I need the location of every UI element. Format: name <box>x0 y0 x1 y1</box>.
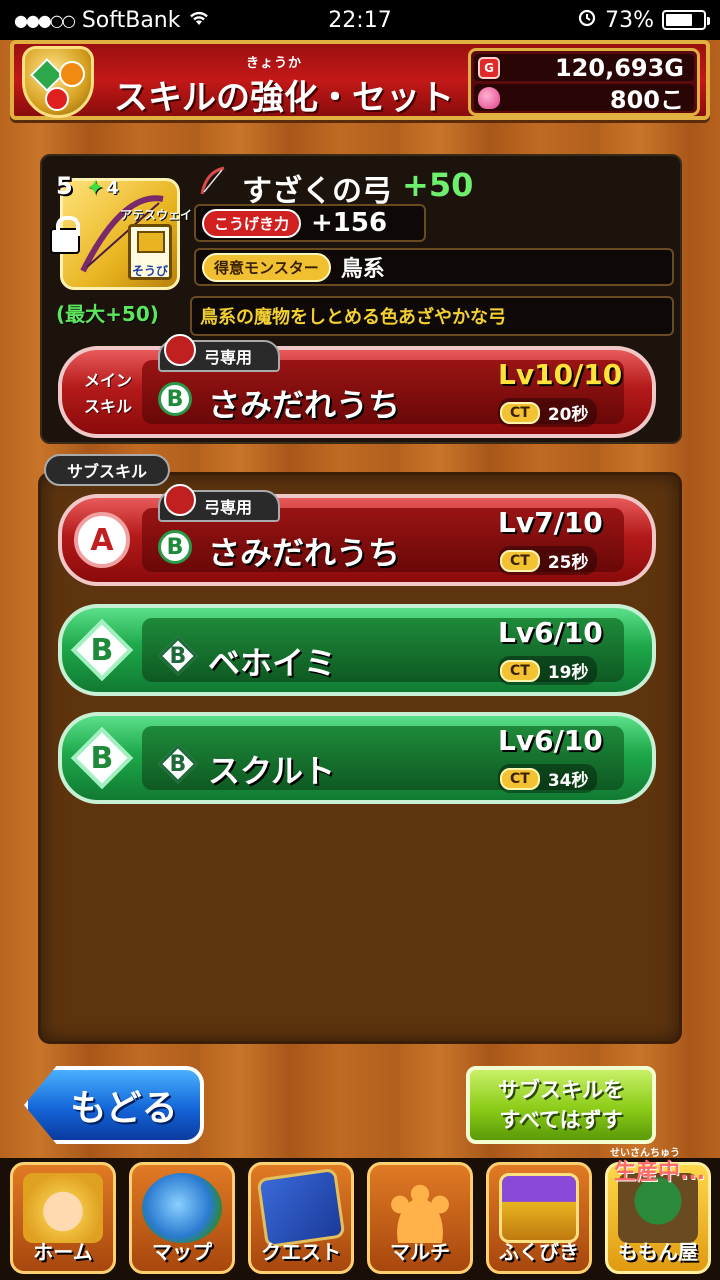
remove-all-line-2: すべてはずす <box>499 1108 623 1132</box>
attack-value: +156 <box>311 208 388 238</box>
sub-skill-cooldown: CT 34秒 <box>498 764 597 793</box>
tab-multi[interactable]: マルチ <box>367 1162 473 1274</box>
remove-all-line-1: サブスキルを <box>498 1078 624 1102</box>
treasure-chest-icon <box>499 1173 579 1243</box>
status-right: 73% <box>577 7 710 33</box>
tab-quest[interactable]: クエスト <box>248 1162 354 1274</box>
item-plus-value: +50 <box>402 166 474 204</box>
ct-value: 19秒 <box>547 663 589 683</box>
sub-skill-name: スクルト <box>208 752 336 790</box>
main-skill-name: さみだれうち <box>208 386 401 424</box>
ct-label: CT <box>500 401 540 424</box>
screen-header: きょうか スキルの強化・セット G 120,693G 800こ <box>10 40 710 120</box>
page-title: スキルの強化・セット <box>114 78 454 118</box>
status-left: ●●●○○ SoftBank <box>14 8 577 33</box>
gold-amount: 120,693G <box>554 53 684 82</box>
plus-count: 4 <box>106 178 119 199</box>
sub-skill-level: Lv6/10 <box>498 724 603 757</box>
equipped-character-name: アテスウェイ <box>120 208 193 222</box>
back-button-label: もどる <box>70 1088 178 1129</box>
skill-emblem-icon <box>22 46 94 118</box>
sub-skill-slot-2[interactable]: B B ベホイミ Lv6/10 CT 19秒 <box>58 604 656 696</box>
back-button[interactable]: もどる <box>24 1066 204 1144</box>
production-status: 生産中... <box>614 1160 706 1185</box>
remove-all-sub-skills-button[interactable]: サブスキルを すべてはずす <box>466 1066 656 1144</box>
ct-label: CT <box>500 767 540 790</box>
slot-b-icon: B <box>70 726 134 790</box>
attack-stat: こうげき力 +156 <box>194 204 426 242</box>
tab-home[interactable]: ホーム <box>10 1162 116 1274</box>
lock-icon[interactable] <box>50 216 80 254</box>
main-skill-level: Lv10/10 <box>498 358 623 391</box>
monster-label: 得意モンスター <box>202 252 331 282</box>
main-skill-slot-label: メイン スキル <box>84 371 133 416</box>
status-bar: ●●●○○ SoftBank 22:17 73% <box>0 0 720 40</box>
gem-amount: 800こ <box>609 86 684 114</box>
alarm-icon <box>577 7 597 33</box>
attack-label: こうげき力 <box>202 208 302 238</box>
currency-panel: G 120,693G 800こ <box>468 48 700 116</box>
main-skill-bar[interactable]: メイン スキル B さみだれうち Lv10/10 CT 20秒 <box>58 346 656 438</box>
monster-value: 鳥系 <box>340 257 385 282</box>
main-skill-tag: 弓専用 <box>158 334 281 372</box>
battery-icon <box>662 10 710 30</box>
sub-skill-name: さみだれうち <box>208 534 401 572</box>
ct-value: 25秒 <box>547 553 589 573</box>
sub-skill-cooldown: CT 25秒 <box>498 546 597 575</box>
sub-skill-level: Lv6/10 <box>498 616 603 649</box>
globe-icon <box>142 1173 222 1243</box>
tab-lottery[interactable]: ふくびき <box>486 1162 592 1274</box>
ct-label: CT <box>500 549 540 572</box>
hero-face-icon <box>23 1173 103 1243</box>
slot-a-icon: A <box>74 512 130 568</box>
gem-icon <box>478 86 500 109</box>
sub-skill-slot-1[interactable]: A B さみだれうち Lv7/10 CT 25秒 <box>58 494 656 586</box>
main-skill-cooldown: CT 20秒 <box>498 398 597 427</box>
sub-skill-name: ベホイミ <box>208 644 337 682</box>
green-star-icon: ✦ <box>86 176 105 201</box>
monster-stat: 得意モンスター 鳥系 <box>194 248 674 286</box>
bow-tag-icon <box>164 484 196 516</box>
people-icon <box>380 1173 460 1243</box>
gold-icon: G <box>478 56 500 79</box>
carrier-name: SoftBank <box>81 7 181 33</box>
rarity-value: 5 <box>56 172 73 200</box>
rank-b-icon: B <box>158 382 192 416</box>
signal-dots-icon: ●●●○○ <box>14 10 76 30</box>
sub-skill-slot-3[interactable]: B B スクルト Lv6/10 CT 34秒 <box>58 712 656 804</box>
battery-fill <box>666 14 693 26</box>
tab-map[interactable]: マップ <box>129 1162 235 1274</box>
rank-b-icon: B <box>158 530 192 564</box>
item-description: 鳥系の魔物をしとめる色あざやかな弓 <box>190 296 674 336</box>
ct-value: 34秒 <box>547 771 589 791</box>
plus-count-badge: ✦ 4 <box>86 176 119 201</box>
sub-skill-cooldown: CT 19秒 <box>498 656 597 685</box>
ct-label: CT <box>500 659 540 682</box>
gold-row: G 120,693G <box>474 53 694 82</box>
bow-category-icon <box>200 166 225 195</box>
max-plus-label: (最大+50) <box>56 302 159 326</box>
title-ruby: きょうか <box>246 56 303 71</box>
ct-value: 20秒 <box>547 405 589 425</box>
battery-percent: 73% <box>605 7 654 33</box>
wifi-icon <box>188 8 210 33</box>
bow-tag-icon <box>164 334 196 366</box>
gem-row: 800こ <box>474 84 694 114</box>
sub-skill-heading: サブスキル <box>44 454 170 486</box>
sub-skill-level: Lv7/10 <box>498 506 603 539</box>
sub-skill-tag: 弓専用 <box>158 484 281 522</box>
equip-label: そうび <box>132 264 169 278</box>
slot-b-icon: B <box>70 618 134 682</box>
